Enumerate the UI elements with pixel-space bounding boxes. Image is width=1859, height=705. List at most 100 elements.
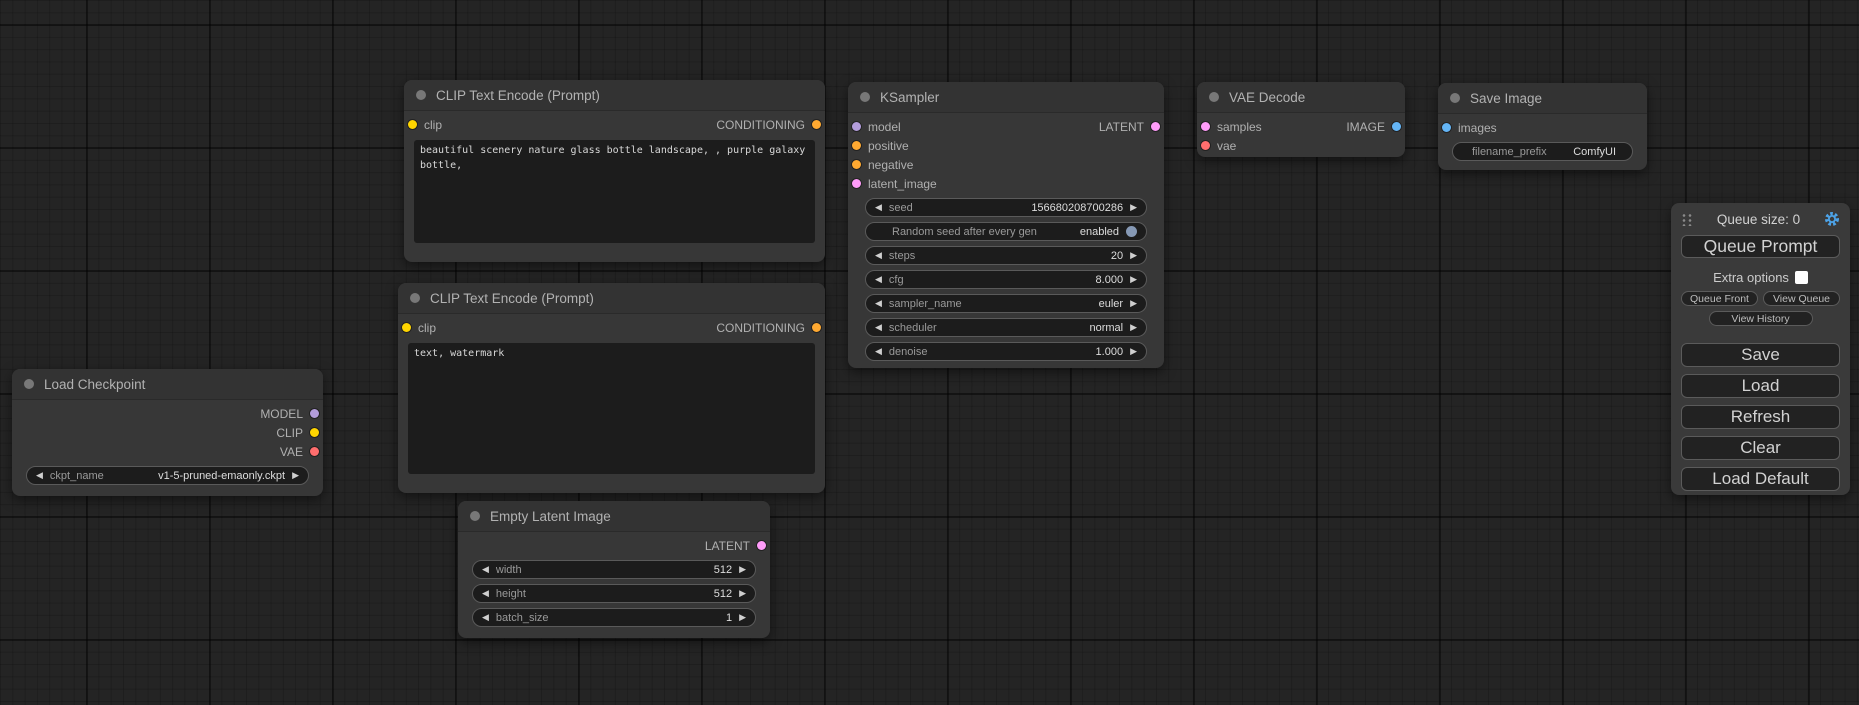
load-button[interactable]: Load bbox=[1681, 374, 1840, 398]
increment-arrow-icon[interactable]: ▶ bbox=[739, 613, 746, 622]
node-titlebar[interactable]: KSampler bbox=[848, 82, 1164, 113]
collapse-toggle-icon[interactable] bbox=[1450, 93, 1460, 103]
positive-prompt-textarea[interactable]: beautiful scenery nature glass bottle la… bbox=[414, 140, 815, 243]
increment-arrow-icon[interactable]: ▶ bbox=[1130, 251, 1137, 260]
sampler-name-widget[interactable]: ◀ sampler_name euler ▶ bbox=[865, 294, 1147, 313]
input-slot-clip[interactable] bbox=[408, 120, 417, 129]
node-titlebar[interactable]: Save Image bbox=[1438, 83, 1647, 114]
increment-arrow-icon[interactable]: ▶ bbox=[1130, 347, 1137, 356]
input-slot-latent-image[interactable] bbox=[852, 179, 861, 188]
node-titlebar[interactable]: Load Checkpoint bbox=[12, 369, 323, 400]
random-seed-widget[interactable]: Random seed after every gen enabled bbox=[865, 222, 1147, 241]
increment-arrow-icon[interactable]: ▶ bbox=[739, 589, 746, 598]
refresh-button[interactable]: Refresh bbox=[1681, 405, 1840, 429]
widget-label: Random seed after every gen bbox=[892, 226, 1037, 238]
decrement-arrow-icon[interactable]: ◀ bbox=[482, 589, 489, 598]
cfg-widget[interactable]: ◀ cfg 8.000 ▶ bbox=[865, 270, 1147, 289]
batch-size-widget[interactable]: ◀ batch_size 1 ▶ bbox=[472, 608, 756, 627]
seed-widget[interactable]: ◀ seed 156680208700286 ▶ bbox=[865, 198, 1147, 217]
width-widget[interactable]: ◀ width 512 ▶ bbox=[472, 560, 756, 579]
widget-label: batch_size bbox=[496, 612, 549, 624]
collapse-toggle-icon[interactable] bbox=[410, 293, 420, 303]
collapse-toggle-icon[interactable] bbox=[470, 511, 480, 521]
increment-arrow-icon[interactable]: ▶ bbox=[1130, 275, 1137, 284]
output-slot-clip[interactable] bbox=[310, 428, 319, 437]
decrement-arrow-icon[interactable]: ◀ bbox=[875, 203, 882, 212]
collapse-toggle-icon[interactable] bbox=[416, 90, 426, 100]
widget-value: 8.000 bbox=[1096, 274, 1124, 286]
node-title: KSampler bbox=[880, 90, 939, 105]
view-history-button[interactable]: View History bbox=[1709, 311, 1813, 326]
node-title: Save Image bbox=[1470, 91, 1542, 106]
node-ksampler[interactable]: KSampler model LATENT positive negative … bbox=[848, 82, 1164, 368]
collapse-toggle-icon[interactable] bbox=[24, 379, 34, 389]
queue-front-button[interactable]: Queue Front bbox=[1681, 291, 1758, 306]
input-slot-model[interactable] bbox=[852, 122, 861, 131]
node-clip-text-encode-positive[interactable]: CLIP Text Encode (Prompt) clip CONDITION… bbox=[404, 80, 825, 262]
node-titlebar[interactable]: CLIP Text Encode (Prompt) bbox=[404, 80, 825, 111]
output-slot-vae[interactable] bbox=[310, 447, 319, 456]
output-slot-model[interactable] bbox=[310, 409, 319, 418]
decrement-arrow-icon[interactable]: ◀ bbox=[482, 613, 489, 622]
output-label-conditioning: CONDITIONING bbox=[716, 321, 805, 335]
widget-value: euler bbox=[1099, 298, 1123, 310]
output-slot-conditioning[interactable] bbox=[812, 120, 821, 129]
view-queue-button[interactable]: View Queue bbox=[1763, 291, 1840, 306]
widget-label: filename_prefix bbox=[1472, 146, 1547, 158]
queue-menu-panel: Queue size: 0 Queue Prompt Extra options… bbox=[1671, 203, 1850, 495]
node-empty-latent-image[interactable]: Empty Latent Image LATENT ◀ width 512 ▶ … bbox=[458, 501, 770, 638]
node-titlebar[interactable]: Empty Latent Image bbox=[458, 501, 770, 532]
decrement-arrow-icon[interactable]: ◀ bbox=[482, 565, 489, 574]
widget-value: 512 bbox=[714, 564, 732, 576]
collapse-toggle-icon[interactable] bbox=[860, 92, 870, 102]
increment-arrow-icon[interactable]: ▶ bbox=[1130, 299, 1137, 308]
clear-button[interactable]: Clear bbox=[1681, 436, 1840, 460]
increment-arrow-icon[interactable]: ▶ bbox=[739, 565, 746, 574]
input-slot-images[interactable] bbox=[1442, 123, 1451, 132]
drag-handle-icon[interactable] bbox=[1681, 212, 1693, 226]
widget-value: 1.000 bbox=[1096, 346, 1124, 358]
ckpt-name-widget[interactable]: ◀ ckpt_name v1-5-pruned-emaonly.ckpt ▶ bbox=[26, 466, 309, 485]
graph-canvas[interactable]: Load Checkpoint MODEL CLIP VAE ◀ ckpt_na… bbox=[0, 0, 1859, 705]
output-slot-latent[interactable] bbox=[1151, 122, 1160, 131]
widget-value: 512 bbox=[714, 588, 732, 600]
slot-list: LATENT bbox=[458, 532, 770, 555]
input-slot-clip[interactable] bbox=[402, 323, 411, 332]
node-titlebar[interactable]: VAE Decode bbox=[1197, 82, 1405, 113]
decrement-arrow-icon[interactable]: ◀ bbox=[875, 251, 882, 260]
input-slot-negative[interactable] bbox=[852, 160, 861, 169]
decrement-arrow-icon[interactable]: ◀ bbox=[875, 323, 882, 332]
output-slot-image[interactable] bbox=[1392, 122, 1401, 131]
increment-arrow-icon[interactable]: ▶ bbox=[292, 471, 299, 480]
increment-arrow-icon[interactable]: ▶ bbox=[1130, 323, 1137, 332]
output-slot-latent[interactable] bbox=[757, 541, 766, 550]
output-slot-conditioning[interactable] bbox=[812, 323, 821, 332]
input-slot-vae[interactable] bbox=[1201, 141, 1210, 150]
collapse-toggle-icon[interactable] bbox=[1209, 92, 1219, 102]
node-save-image[interactable]: Save Image images filename_prefix ComfyU… bbox=[1438, 83, 1647, 170]
node-titlebar[interactable]: CLIP Text Encode (Prompt) bbox=[398, 283, 825, 314]
node-clip-text-encode-negative[interactable]: CLIP Text Encode (Prompt) clip CONDITION… bbox=[398, 283, 825, 493]
scheduler-widget[interactable]: ◀ scheduler normal ▶ bbox=[865, 318, 1147, 337]
load-default-button[interactable]: Load Default bbox=[1681, 467, 1840, 491]
input-slot-samples[interactable] bbox=[1201, 122, 1210, 131]
node-vae-decode[interactable]: VAE Decode samples IMAGE vae bbox=[1197, 82, 1405, 157]
widget-label: ckpt_name bbox=[50, 470, 104, 482]
filename-prefix-widget[interactable]: filename_prefix ComfyUI bbox=[1452, 142, 1633, 161]
node-load-checkpoint[interactable]: Load Checkpoint MODEL CLIP VAE ◀ ckpt_na… bbox=[12, 369, 323, 496]
decrement-arrow-icon[interactable]: ◀ bbox=[875, 299, 882, 308]
decrement-arrow-icon[interactable]: ◀ bbox=[36, 471, 43, 480]
save-button[interactable]: Save bbox=[1681, 343, 1840, 367]
increment-arrow-icon[interactable]: ▶ bbox=[1130, 203, 1137, 212]
steps-widget[interactable]: ◀ steps 20 ▶ bbox=[865, 246, 1147, 265]
negative-prompt-textarea[interactable]: text, watermark bbox=[408, 343, 815, 474]
extra-options-checkbox[interactable] bbox=[1795, 271, 1808, 284]
input-slot-positive[interactable] bbox=[852, 141, 861, 150]
denoise-widget[interactable]: ◀ denoise 1.000 ▶ bbox=[865, 342, 1147, 361]
decrement-arrow-icon[interactable]: ◀ bbox=[875, 347, 882, 356]
decrement-arrow-icon[interactable]: ◀ bbox=[875, 275, 882, 284]
height-widget[interactable]: ◀ height 512 ▶ bbox=[472, 584, 756, 603]
gear-icon[interactable] bbox=[1824, 211, 1840, 227]
toggle-on-icon[interactable] bbox=[1126, 226, 1137, 237]
queue-prompt-button[interactable]: Queue Prompt bbox=[1681, 235, 1840, 258]
